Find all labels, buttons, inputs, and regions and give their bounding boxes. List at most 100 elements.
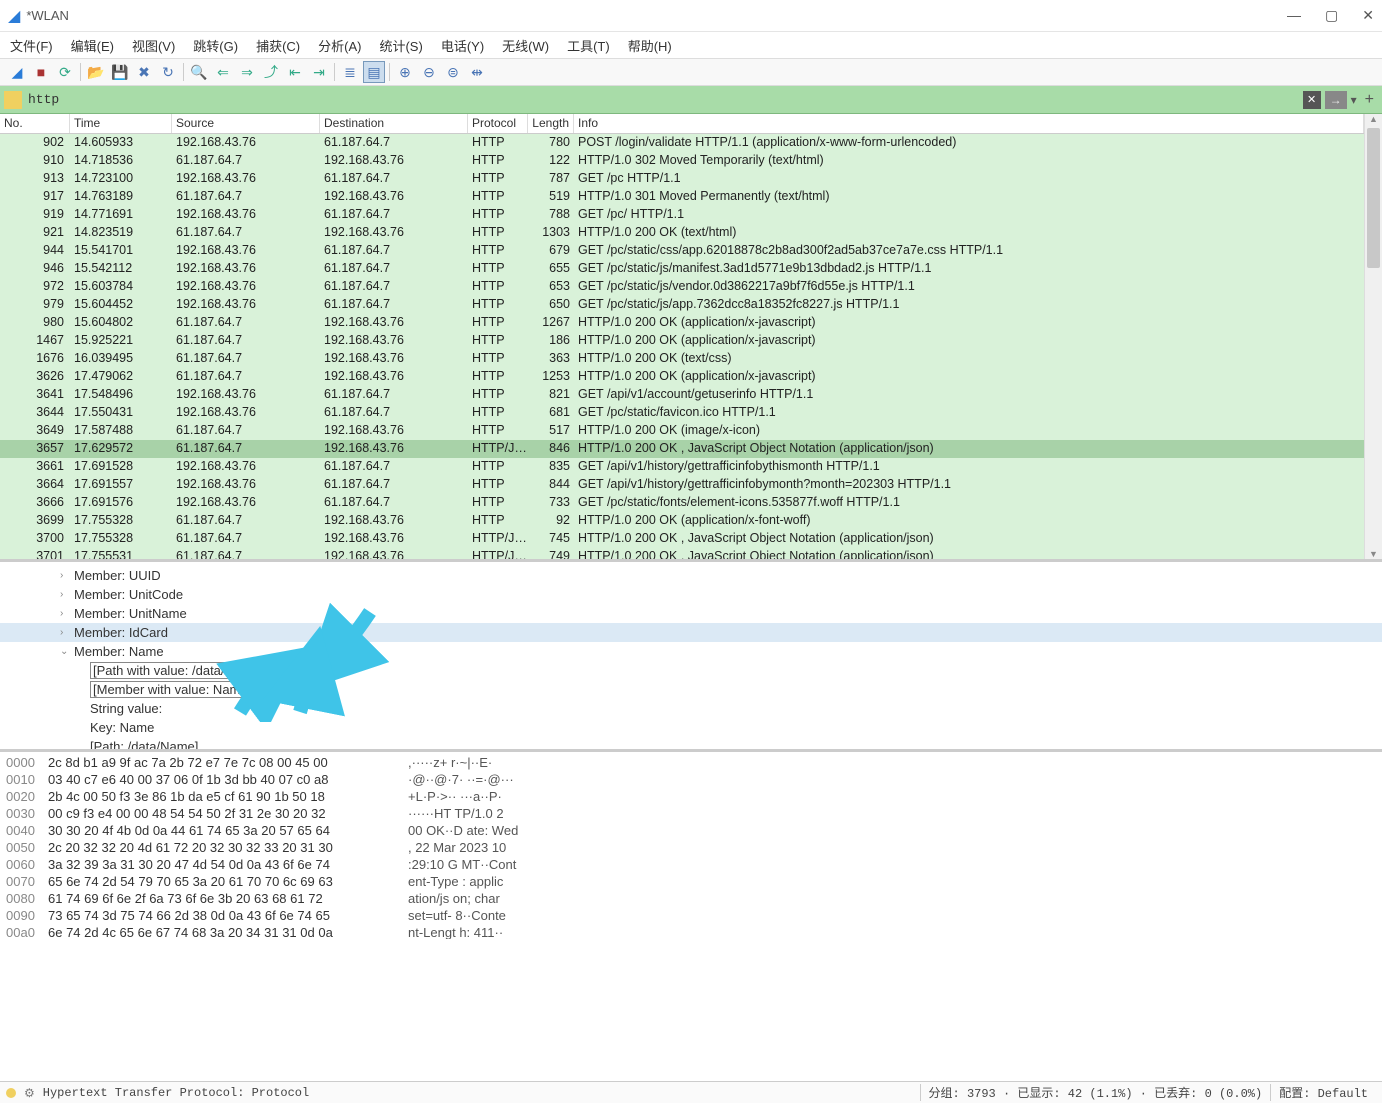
detail-row[interactable]: [Member with value: Name <box>0 680 1382 699</box>
menu-item[interactable]: 编辑(E) <box>71 36 114 55</box>
packet-row[interactable]: 146715.92522161.187.64.7192.168.43.76HTT… <box>0 332 1364 350</box>
hex-row[interactable]: 004030 30 20 4f 4b 0d 0a 44 61 74 65 3a … <box>6 822 1376 839</box>
menu-item[interactable]: 分析(A) <box>318 36 361 55</box>
packet-row[interactable]: 91314.723100192.168.43.7661.187.64.7HTTP… <box>0 170 1364 188</box>
capabilities-icon[interactable]: ⚙ <box>24 1086 35 1100</box>
packet-row[interactable]: 364917.58748861.187.64.7192.168.43.76HTT… <box>0 422 1364 440</box>
packet-row[interactable]: 366417.691557192.168.43.7661.187.64.7HTT… <box>0 476 1364 494</box>
hex-row[interactable]: 00502c 20 32 32 20 4d 61 72 20 32 30 32 … <box>6 839 1376 856</box>
col-len[interactable]: Length <box>528 114 574 133</box>
detail-row[interactable]: ›Member: UnitName <box>0 604 1382 623</box>
go-forward-icon[interactable]: ⇒ <box>236 61 258 83</box>
jump-icon[interactable]: ⤴ <box>260 61 282 83</box>
save-file-icon[interactable]: 💾 <box>109 61 131 83</box>
packet-row[interactable]: 364417.550431192.168.43.7661.187.64.7HTT… <box>0 404 1364 422</box>
colorize-icon[interactable]: ▤ <box>363 61 385 83</box>
detail-row[interactable]: ›Member: IdCard <box>0 623 1382 642</box>
packet-row[interactable]: 369917.75532861.187.64.7192.168.43.76HTT… <box>0 512 1364 530</box>
reload-icon[interactable]: ↻ <box>157 61 179 83</box>
menu-item[interactable]: 捕获(C) <box>256 36 300 55</box>
menu-item[interactable]: 文件(F) <box>10 36 53 55</box>
packet-row[interactable]: 366117.691528192.168.43.7661.187.64.7HTT… <box>0 458 1364 476</box>
col-info[interactable]: Info <box>574 114 1364 133</box>
col-no[interactable]: No. <box>0 114 70 133</box>
filter-history-dropdown[interactable]: ▾ <box>1351 93 1357 107</box>
minimize-button[interactable]: — <box>1287 7 1301 24</box>
hex-row[interactable]: 007065 6e 74 2d 54 79 70 65 3a 20 61 70 … <box>6 873 1376 890</box>
detail-row[interactable]: ›Member: UnitCode <box>0 585 1382 604</box>
hex-row[interactable]: 00603a 32 39 3a 31 30 20 47 4d 54 0d 0a … <box>6 856 1376 873</box>
hex-row[interactable]: 003000 c9 f3 e4 00 00 48 54 54 50 2f 31 … <box>6 805 1376 822</box>
detail-row[interactable]: [Path: /data/Name] <box>0 737 1382 749</box>
detail-row[interactable]: ⌄Member: Name <box>0 642 1382 661</box>
menu-item[interactable]: 视图(V) <box>132 36 175 55</box>
zoom-reset-icon[interactable]: ⊜ <box>442 61 464 83</box>
close-button[interactable]: ✕ <box>1362 7 1374 24</box>
packet-row[interactable]: 370017.75532861.187.64.7192.168.43.76HTT… <box>0 530 1364 548</box>
packet-row[interactable]: 94615.542112192.168.43.7661.187.64.7HTTP… <box>0 260 1364 278</box>
menu-item[interactable]: 无线(W) <box>502 36 549 55</box>
packet-row[interactable]: 362617.47906261.187.64.7192.168.43.76HTT… <box>0 368 1364 386</box>
expert-info-icon[interactable] <box>6 1088 16 1098</box>
go-last-icon[interactable]: ⇥ <box>308 61 330 83</box>
add-filter-button[interactable]: + <box>1361 91 1378 109</box>
open-file-icon[interactable]: 📂 <box>85 61 107 83</box>
stop-capture-icon[interactable]: ■ <box>30 61 52 83</box>
go-first-icon[interactable]: ⇤ <box>284 61 306 83</box>
packet-row[interactable]: 98015.60480261.187.64.7192.168.43.76HTTP… <box>0 314 1364 332</box>
packet-row[interactable]: 370117.75553161.187.64.7192.168.43.76HTT… <box>0 548 1364 559</box>
menu-bar[interactable]: 文件(F) 编辑(E) 视图(V) 跳转(G) 捕获(C) 分析(A) 统计(S) 电话(Y)… <box>0 32 1382 58</box>
col-time[interactable]: Time <box>70 114 172 133</box>
col-dst[interactable]: Destination <box>320 114 468 133</box>
col-src[interactable]: Source <box>172 114 320 133</box>
detail-row[interactable]: Key: Name <box>0 718 1382 737</box>
packet-row[interactable]: 364117.548496192.168.43.7661.187.64.7HTT… <box>0 386 1364 404</box>
packet-row[interactable]: 90214.605933192.168.43.7661.187.64.7HTTP… <box>0 134 1364 152</box>
hex-row[interactable]: 001003 40 c7 e6 40 00 37 06 0f 1b 3d bb … <box>6 771 1376 788</box>
hex-row[interactable]: 00202b 4c 00 50 f3 3e 86 1b da e5 cf 61 … <box>6 788 1376 805</box>
packet-row[interactable]: 97915.604452192.168.43.7661.187.64.7HTTP… <box>0 296 1364 314</box>
menu-item[interactable]: 电话(Y) <box>441 36 484 55</box>
packet-row[interactable]: 94415.541701192.168.43.7661.187.64.7HTTP… <box>0 242 1364 260</box>
menu-item[interactable]: 帮助(H) <box>628 36 672 55</box>
detail-row[interactable]: [Path with value: /data/Name <box>0 661 1382 680</box>
packet-details-pane[interactable]: ›Member: UUID›Member: UnitCode›Member: U… <box>0 559 1382 749</box>
packet-row[interactable]: 91714.76318961.187.64.7192.168.43.76HTTP… <box>0 188 1364 206</box>
restart-capture-icon[interactable]: ⟳ <box>54 61 76 83</box>
packet-list-header[interactable]: No. Time Source Destination Protocol Len… <box>0 114 1364 134</box>
start-capture-icon[interactable]: ◢ <box>6 61 28 83</box>
find-icon[interactable]: 🔍 <box>188 61 210 83</box>
menu-item[interactable]: 工具(T) <box>567 36 610 55</box>
hex-row[interactable]: 00a06e 74 2d 4c 65 6e 67 74 68 3a 20 34 … <box>6 924 1376 939</box>
zoom-in-icon[interactable]: ⊕ <box>394 61 416 83</box>
apply-filter-button[interactable]: → <box>1325 91 1347 109</box>
packet-bytes-pane[interactable]: 00002c 8d b1 a9 9f ac 7a 2b 72 e7 7e 7c … <box>0 749 1382 939</box>
clear-filter-button[interactable]: ✕ <box>1303 91 1321 109</box>
packet-row[interactable]: 366617.691576192.168.43.7661.187.64.7HTT… <box>0 494 1364 512</box>
detail-row[interactable]: ›Member: UUID <box>0 566 1382 585</box>
zoom-out-icon[interactable]: ⊖ <box>418 61 440 83</box>
packet-row[interactable]: 91914.771691192.168.43.7661.187.64.7HTTP… <box>0 206 1364 224</box>
packet-row[interactable]: 92114.82351961.187.64.7192.168.43.76HTTP… <box>0 224 1364 242</box>
maximize-button[interactable]: ▢ <box>1325 7 1338 24</box>
hex-row[interactable]: 008061 74 69 6f 6e 2f 6a 73 6f 6e 3b 20 … <box>6 890 1376 907</box>
close-file-icon[interactable]: ✖ <box>133 61 155 83</box>
resize-columns-icon[interactable]: ⇹ <box>466 61 488 83</box>
packet-row[interactable]: 97215.603784192.168.43.7661.187.64.7HTTP… <box>0 278 1364 296</box>
bookmark-icon[interactable] <box>4 91 22 109</box>
menu-item[interactable]: 跳转(G) <box>193 36 238 55</box>
status-profile[interactable]: 配置: Default <box>1270 1084 1376 1101</box>
packet-row[interactable]: 365717.62957261.187.64.7192.168.43.76HTT… <box>0 440 1364 458</box>
display-filter-input[interactable] <box>28 92 1303 107</box>
col-proto[interactable]: Protocol <box>468 114 528 133</box>
go-back-icon[interactable]: ⇐ <box>212 61 234 83</box>
detail-row[interactable]: String value: <box>0 699 1382 718</box>
hex-row[interactable]: 00002c 8d b1 a9 9f ac 7a 2b 72 e7 7e 7c … <box>6 754 1376 771</box>
hex-row[interactable]: 009073 65 74 3d 75 74 66 2d 38 0d 0a 43 … <box>6 907 1376 924</box>
window-title: *WLAN <box>26 8 1287 23</box>
packet-list-vscroll[interactable] <box>1364 114 1382 559</box>
packet-row[interactable]: 167616.03949561.187.64.7192.168.43.76HTT… <box>0 350 1364 368</box>
packet-row[interactable]: 91014.71853661.187.64.7192.168.43.76HTTP… <box>0 152 1364 170</box>
menu-item[interactable]: 统计(S) <box>379 36 422 55</box>
autoscroll-icon[interactable]: ≣ <box>339 61 361 83</box>
